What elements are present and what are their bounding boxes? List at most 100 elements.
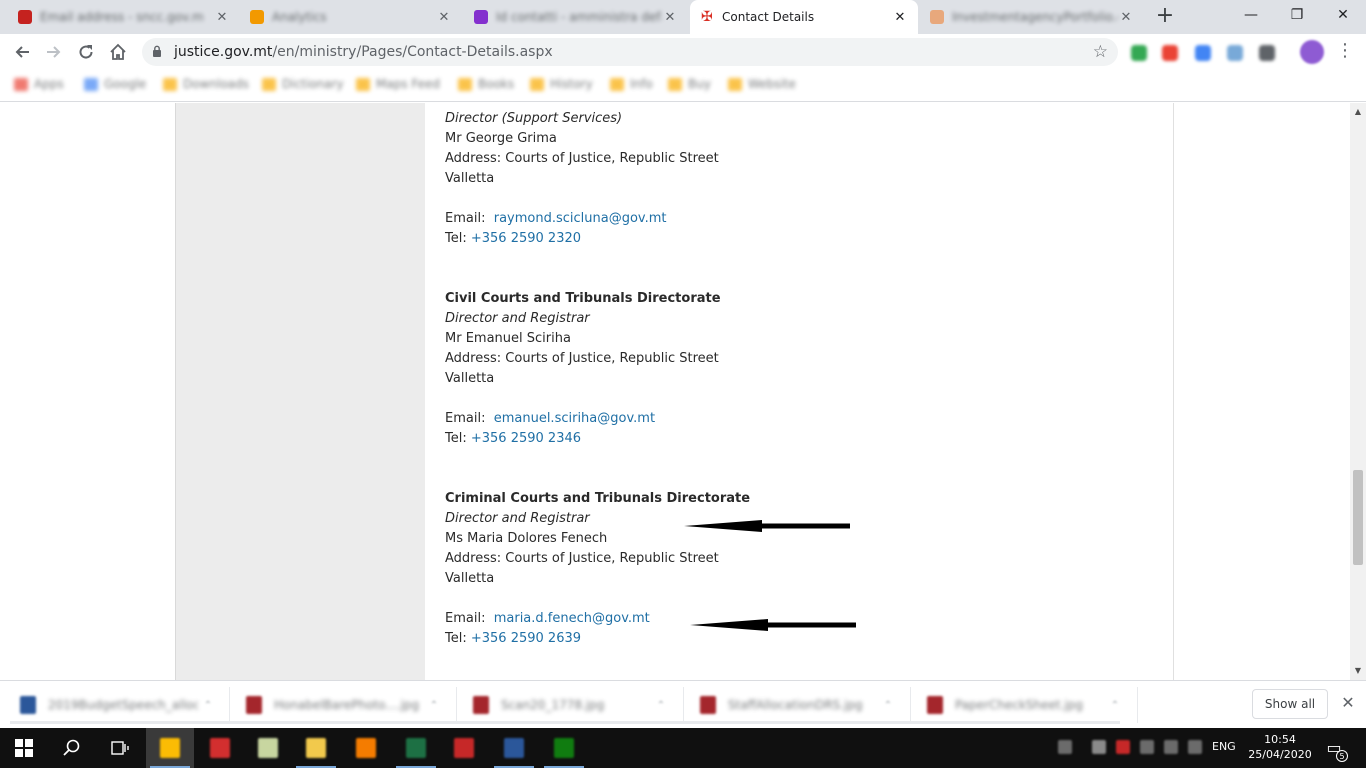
download-item[interactable]: Scan20_1778.jpg ⌃ bbox=[473, 691, 671, 719]
show-all-button[interactable]: Show all bbox=[1252, 689, 1328, 719]
chevron-up-icon[interactable]: ⌃ bbox=[1105, 700, 1125, 711]
search-button[interactable] bbox=[48, 728, 96, 768]
contact-city: Valletta bbox=[445, 571, 495, 586]
download-item[interactable]: HonabelBarePhoto....jpg ⌃ bbox=[246, 691, 444, 719]
close-icon[interactable]: ✕ bbox=[892, 10, 908, 25]
taskbar-app[interactable] bbox=[540, 728, 588, 768]
home-button[interactable] bbox=[104, 38, 132, 66]
bookmark-folder[interactable]: Downloads bbox=[163, 77, 249, 91]
restore-button[interactable]: ❐ bbox=[1274, 0, 1320, 30]
word-icon bbox=[504, 738, 524, 758]
extension-icon[interactable] bbox=[1227, 45, 1243, 61]
tab-email[interactable]: Email address - sncc.gov.m ✕ bbox=[8, 0, 240, 34]
close-icon[interactable]: ✕ bbox=[436, 10, 452, 25]
bookmark-google[interactable]: Google bbox=[84, 77, 146, 91]
taskbar-app[interactable] bbox=[196, 728, 244, 768]
acrobat-icon bbox=[210, 738, 230, 758]
bookmark-folder[interactable]: Info bbox=[610, 77, 653, 91]
forward-arrow-icon bbox=[47, 46, 61, 58]
tab-analytics[interactable]: Analytics ✕ bbox=[240, 0, 462, 34]
tab-title: Email address - sncc.gov.m bbox=[40, 10, 204, 24]
file-icon bbox=[473, 696, 489, 714]
tel-link[interactable]: +356 2590 2639 bbox=[471, 631, 581, 646]
tab-contact-details[interactable]: ✠ Contact Details ✕ bbox=[690, 0, 918, 34]
url-path: /en/ministry/Pages/Contact-Details.aspx bbox=[272, 44, 553, 60]
tab-favicon bbox=[930, 10, 944, 24]
download-item[interactable]: StaffAllocationDRS.jpg ⌃ bbox=[700, 691, 898, 719]
new-tab-button[interactable]: + bbox=[1152, 4, 1178, 30]
tel-link[interactable]: +356 2590 2320 bbox=[471, 231, 581, 246]
scroll-up-icon[interactable]: ▲ bbox=[1350, 105, 1366, 119]
tab-title: Contact Details bbox=[722, 10, 815, 24]
download-item[interactable]: 2019BudgetSpeech_allocs.docx ⌃ bbox=[20, 691, 218, 719]
chevron-up-icon[interactable]: ⌃ bbox=[424, 700, 444, 711]
bookmark-folder[interactable]: Buy bbox=[668, 77, 711, 91]
windows-logo-icon bbox=[15, 739, 33, 757]
address-bar[interactable]: justice.gov.mt/en/ministry/Pages/Contact… bbox=[142, 38, 1118, 66]
extension-icon[interactable] bbox=[1195, 45, 1211, 61]
extension-icon[interactable] bbox=[1259, 45, 1275, 61]
tab-favicon bbox=[18, 10, 32, 24]
tab-favicon bbox=[250, 10, 264, 24]
close-icon[interactable]: ✕ bbox=[214, 10, 230, 25]
vertical-scrollbar[interactable]: ▲ ▼ bbox=[1350, 103, 1366, 680]
profile-avatar[interactable] bbox=[1300, 40, 1324, 64]
tab-contatti[interactable]: Id contatti - amministra defa ✕ bbox=[464, 0, 688, 34]
extension-icon[interactable] bbox=[1162, 45, 1178, 61]
chevron-up-icon[interactable]: ⌃ bbox=[198, 700, 218, 711]
annotation-arrow-icon bbox=[690, 619, 856, 631]
bookmark-star-icon[interactable]: ☆ bbox=[1093, 42, 1108, 62]
bookmark-folder[interactable]: Website bbox=[728, 77, 796, 91]
file-icon bbox=[700, 696, 716, 714]
email-link[interactable]: raymond.scicluna@gov.mt bbox=[494, 211, 667, 226]
chevron-up-icon[interactable] bbox=[1092, 740, 1106, 754]
extension-icon[interactable] bbox=[1131, 45, 1147, 61]
chevron-up-icon[interactable]: ⌃ bbox=[878, 700, 898, 711]
download-item[interactable]: PaperCheckSheet.jpg ⌃ bbox=[927, 691, 1125, 719]
email-label: Email: bbox=[445, 611, 486, 626]
bookmark-apps[interactable]: Apps bbox=[14, 77, 64, 91]
close-icon[interactable]: ✕ bbox=[1338, 693, 1358, 713]
pen-icon[interactable] bbox=[1058, 740, 1072, 754]
chevron-up-icon[interactable]: ⌃ bbox=[651, 700, 671, 711]
taskbar-app[interactable] bbox=[244, 728, 292, 768]
close-icon[interactable]: ✕ bbox=[1118, 10, 1134, 25]
taskbar-app[interactable] bbox=[490, 728, 538, 768]
task-view-button[interactable] bbox=[96, 728, 144, 768]
tel-link[interactable]: +356 2590 2346 bbox=[471, 431, 581, 446]
bookmark-label: History bbox=[550, 77, 593, 91]
scroll-thumb[interactable] bbox=[1353, 470, 1363, 565]
left-sidebar-panel bbox=[175, 103, 425, 680]
bookmark-folder[interactable]: Dictionary bbox=[262, 77, 344, 91]
scroll-down-icon[interactable]: ▼ bbox=[1350, 664, 1366, 678]
bookmark-folder[interactable]: Books bbox=[458, 77, 514, 91]
close-window-button[interactable]: ✕ bbox=[1320, 0, 1366, 30]
network-icon[interactable] bbox=[1140, 740, 1154, 754]
email-link[interactable]: maria.d.fenech@gov.mt bbox=[494, 611, 650, 626]
close-icon[interactable]: ✕ bbox=[662, 10, 678, 25]
bookmark-folder[interactable]: History bbox=[530, 77, 593, 91]
forward-button[interactable] bbox=[40, 38, 68, 66]
taskbar-app[interactable] bbox=[292, 728, 340, 768]
antivirus-icon[interactable] bbox=[1116, 740, 1130, 754]
minimize-button[interactable]: — bbox=[1228, 0, 1274, 30]
taskbar-chrome[interactable] bbox=[146, 728, 194, 768]
file-icon bbox=[927, 696, 943, 714]
back-button[interactable] bbox=[8, 38, 36, 66]
language-indicator[interactable]: ENG bbox=[1212, 740, 1236, 753]
volume-icon[interactable] bbox=[1188, 740, 1202, 754]
clock[interactable]: 10:54 25/04/2020 bbox=[1248, 732, 1312, 762]
bookmark-folder[interactable]: Maps Feed bbox=[356, 77, 440, 91]
taskbar-app[interactable] bbox=[342, 728, 390, 768]
notification-center-icon[interactable]: ▭ 5 bbox=[1322, 738, 1348, 762]
tab-investment[interactable]: InvestmentagencyPortfolio.co.r ✕ bbox=[920, 0, 1144, 34]
tab-strip: Email address - sncc.gov.m ✕ Analytics ✕… bbox=[0, 0, 1366, 34]
taskbar-app[interactable] bbox=[392, 728, 440, 768]
start-button[interactable] bbox=[0, 728, 48, 768]
display-icon[interactable] bbox=[1164, 740, 1178, 754]
email-link[interactable]: emanuel.sciriha@gov.mt bbox=[494, 411, 655, 426]
menu-dots-icon[interactable]: ⋮ bbox=[1336, 40, 1354, 64]
bookmark-label: Buy bbox=[688, 77, 711, 91]
reload-button[interactable] bbox=[72, 38, 100, 66]
taskbar-app[interactable] bbox=[440, 728, 488, 768]
